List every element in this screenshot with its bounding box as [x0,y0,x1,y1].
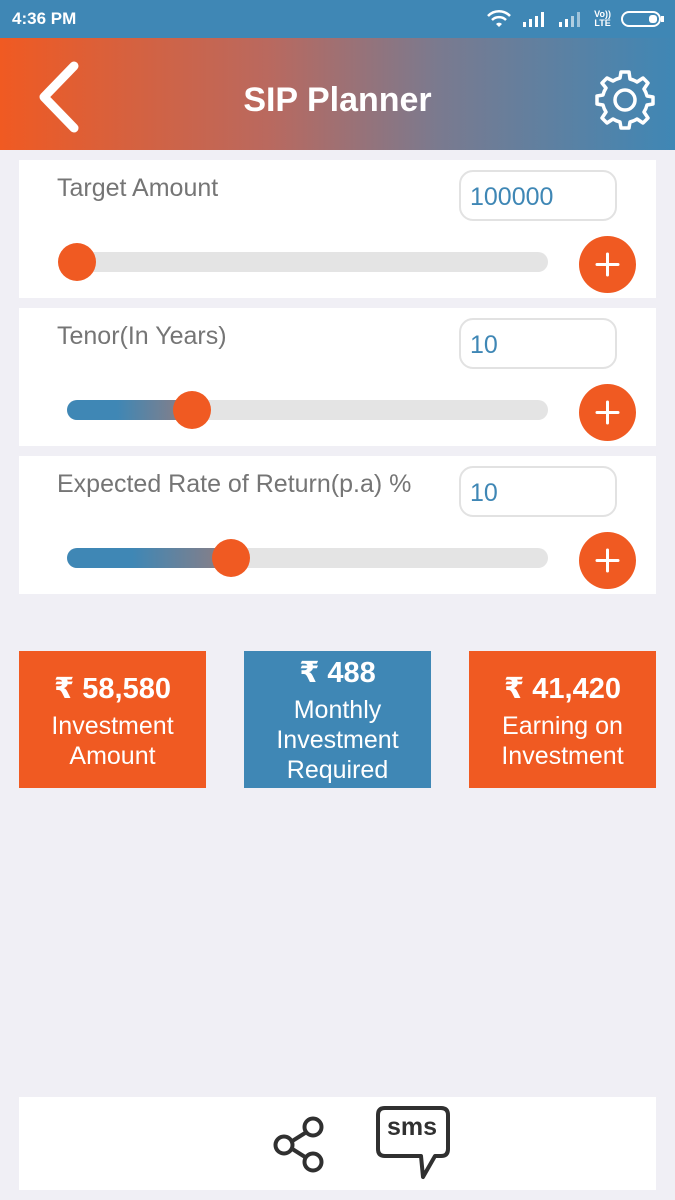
plus-icon [595,252,620,277]
signal-icon-secondary [559,12,581,27]
back-button[interactable] [30,60,90,134]
slider-thumb[interactable] [212,539,251,577]
target-amount-increment-button[interactable] [579,236,636,293]
status-icons: Vo)) LTE [486,7,665,31]
page-title: SIP Planner [243,81,432,119]
back-icon [39,61,79,133]
tenor-label: Tenor(In Years) [57,322,227,350]
earning-label: Earning on Investment [469,711,656,771]
status-time: 4:36 PM [12,9,77,28]
result-label-line: Monthly [293,696,382,724]
earning-value: ₹ 41,420 [504,673,621,705]
target-amount-card: Target Amount [19,160,656,298]
plus-icon [595,400,620,425]
sms-button[interactable]: sms [375,1105,453,1181]
status-bar: 4:36 PM Vo)) LTE [0,0,675,38]
rate-of-return-increment-button[interactable] [579,532,636,589]
slider-thumb[interactable] [58,243,96,281]
share-icon [273,1116,324,1173]
rate-of-return-card: Expected Rate of Return(p.a) % [19,456,656,594]
tenor-input[interactable] [459,318,617,369]
tenor-card: Tenor(In Years) [19,308,656,446]
earning-result: ₹ 41,420 Earning on Investment [469,651,656,788]
rate-of-return-slider[interactable] [67,539,548,577]
result-label-line: Investment [501,742,624,770]
target-amount-label: Target Amount [57,174,219,202]
investment-amount-label: Investment Amount [19,711,206,771]
rate-of-return-input[interactable] [459,466,617,517]
result-label-line: Investment [276,726,399,754]
wifi-icon [487,9,512,27]
target-amount-input[interactable] [459,170,617,221]
app-header: SIP Planner [0,38,675,150]
gear-icon [595,70,655,130]
bottom-action-bar: sms [19,1097,656,1190]
result-label-line: Investment [51,712,174,740]
result-label-line: Required [286,756,389,784]
tenor-increment-button[interactable] [579,384,636,441]
network-type-label: Vo)) LTE [594,9,611,28]
investment-amount-value: ₹ 58,580 [54,673,171,705]
result-label-line: Amount [69,742,156,770]
result-label-line: Earning on [502,712,623,740]
slider-fill [67,548,232,568]
slider-thumb[interactable] [173,391,212,429]
target-amount-slider[interactable] [58,243,548,281]
tenor-slider[interactable] [67,391,548,429]
plus-icon [595,548,620,573]
monthly-investment-label: Monthly Investment Required [244,695,431,785]
share-button[interactable] [272,1116,328,1174]
sms-label: sms [386,1113,438,1141]
monthly-investment-value: ₹ 488 [299,657,376,689]
investment-amount-result: ₹ 58,580 Investment Amount [19,651,206,788]
settings-button[interactable] [594,69,656,131]
monthly-investment-result: ₹ 488 Monthly Investment Required [244,651,431,788]
battery-icon [621,11,664,27]
rate-of-return-label: Expected Rate of Return(p.a) % [57,470,412,498]
signal-icon [523,12,545,27]
